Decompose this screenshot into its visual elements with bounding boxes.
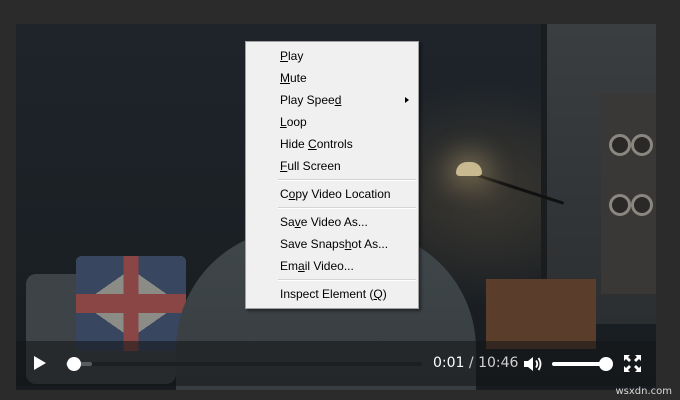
video-scene-cabinet [486, 279, 596, 349]
video-scene-pillow [76, 256, 186, 351]
progress-bar[interactable] [66, 357, 422, 371]
menu-item-hide-controls[interactable]: Hide Controls [246, 133, 418, 155]
time-display: 0:01 / 10:46 [433, 355, 518, 371]
menu-separator [278, 207, 416, 209]
volume-slider[interactable] [552, 357, 613, 371]
menu-item-full-screen[interactable]: Full Screen [246, 155, 418, 177]
context-menu: Play Mute Play Speed Loop Hide Controls … [245, 41, 419, 309]
browser-video-page: 0:01 / 10:46 Play Mute Play Speed Loop H… [0, 0, 680, 400]
time-separator: / [468, 355, 474, 371]
menu-item-email-video[interactable]: Email Video... [246, 255, 418, 277]
menu-item-loop[interactable]: Loop [246, 111, 418, 133]
menu-item-inspect-element[interactable]: Inspect Element (Q) [246, 283, 418, 305]
volume-thumb[interactable] [599, 357, 613, 371]
play-icon[interactable] [34, 356, 46, 370]
menu-item-play-speed[interactable]: Play Speed [246, 89, 418, 111]
duration: 10:46 [478, 355, 519, 371]
watermark: wsxdn.com [615, 386, 672, 397]
menu-item-save-video-as[interactable]: Save Video As... [246, 211, 418, 233]
progress-thumb[interactable] [66, 357, 81, 371]
menu-separator [278, 179, 416, 181]
volume-icon[interactable] [523, 355, 543, 373]
video-controls-bar: 0:01 / 10:46 [16, 341, 656, 386]
menu-item-mute[interactable]: Mute [246, 67, 418, 89]
current-time: 0:01 [433, 355, 465, 371]
menu-item-play[interactable]: Play [246, 45, 418, 67]
chevron-right-icon [405, 97, 409, 103]
menu-item-copy-video-location[interactable]: Copy Video Location [246, 183, 418, 205]
menu-item-save-snapshot-as[interactable]: Save Snapshot As... [246, 233, 418, 255]
menu-separator [278, 279, 416, 281]
fullscreen-icon[interactable] [624, 355, 641, 372]
video-scene-lamp [456, 162, 482, 176]
video-scene-shelf [601, 94, 656, 294]
